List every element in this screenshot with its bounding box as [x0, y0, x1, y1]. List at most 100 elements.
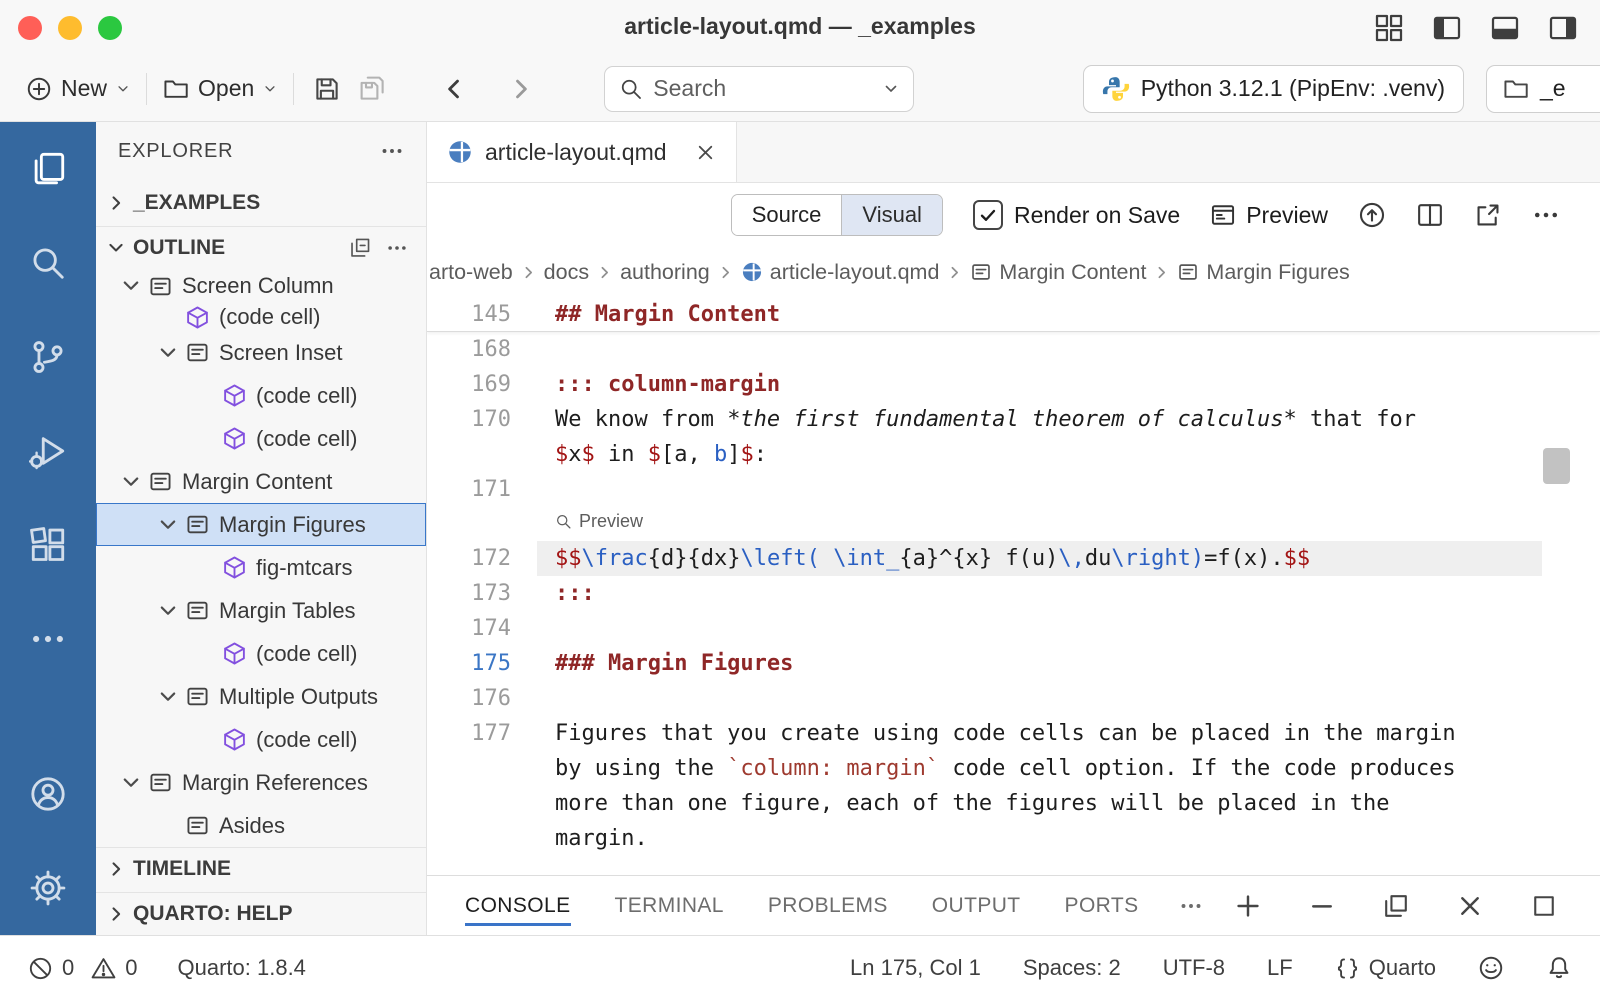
code-line[interactable]: 171 — [427, 472, 1600, 507]
open-external-icon[interactable] — [1474, 201, 1502, 229]
back-icon[interactable] — [440, 75, 468, 103]
code-line[interactable]: more than one figure, each of the figure… — [427, 786, 1600, 821]
activity-settings[interactable] — [0, 841, 96, 935]
language-status[interactable]: Quarto — [1335, 955, 1436, 981]
layout-grid-icon[interactable] — [1374, 13, 1404, 43]
problems-status[interactable]: 0 0 — [28, 955, 138, 981]
layout-bottom-icon[interactable] — [1490, 13, 1520, 43]
code-line[interactable]: 145## Margin Content — [427, 297, 1600, 332]
math-preview-label[interactable]: Preview — [555, 511, 643, 532]
outline-item[interactable]: Margin Tables — [96, 589, 426, 632]
tab-article-layout[interactable]: article-layout.qmd — [427, 122, 737, 182]
breadcrumb-item[interactable]: Margin Content — [970, 260, 1146, 285]
chevron-down-icon[interactable] — [157, 600, 179, 622]
add-icon[interactable] — [1234, 892, 1262, 920]
code-line[interactable]: 173::: — [427, 576, 1600, 611]
chevron-down-icon[interactable] — [157, 514, 179, 536]
code-line[interactable]: by using the `column: margin` code cell … — [427, 751, 1600, 786]
panel-tab-output[interactable]: OUTPUT — [932, 876, 1021, 935]
restore-icon[interactable] — [1382, 892, 1410, 920]
quarto-version-status[interactable]: Quarto: 1.8.4 — [178, 955, 306, 981]
code-line[interactable]: 177Figures that you create using code ce… — [427, 716, 1600, 751]
outline-item[interactable]: (code cell) — [96, 374, 426, 417]
maximize-icon[interactable] — [1530, 892, 1558, 920]
save-icon[interactable] — [313, 75, 341, 103]
panel-tab-terminal[interactable]: TERMINAL — [615, 876, 724, 935]
code-line[interactable]: 176 — [427, 681, 1600, 716]
chevron-down-icon[interactable] — [157, 342, 179, 364]
render-document-icon[interactable] — [1358, 201, 1386, 229]
outline-item[interactable]: Multiple Outputs — [96, 675, 426, 718]
code-line[interactable]: 168 — [427, 332, 1600, 367]
chevron-down-icon[interactable] — [120, 471, 142, 493]
collapse-all-icon[interactable] — [349, 237, 371, 259]
checkbox-checked-icon[interactable] — [973, 200, 1003, 230]
outline-item[interactable]: Screen Column — [96, 269, 426, 303]
breadcrumb-item[interactable]: arto-web — [429, 260, 513, 285]
sidebar-section-quarto-help[interactable]: QUARTO: HELP — [96, 892, 426, 935]
breadcrumb-item[interactable]: docs — [544, 260, 589, 285]
activity-run-debug[interactable] — [0, 404, 96, 498]
outline-item[interactable]: Asides — [96, 804, 426, 847]
more-actions-icon[interactable] — [1532, 201, 1560, 229]
chevron-down-icon[interactable] — [120, 275, 142, 297]
code-line[interactable]: 175### Margin Figures — [427, 646, 1600, 681]
outline-item[interactable]: (code cell) — [96, 718, 426, 761]
panel-tab-console[interactable]: CONSOLE — [465, 876, 571, 935]
more-actions-icon[interactable] — [380, 139, 404, 163]
source-mode-button[interactable]: Source — [732, 195, 842, 235]
more-panel-tabs-icon[interactable] — [1179, 894, 1203, 918]
close-icon[interactable] — [1456, 892, 1484, 920]
breadcrumb-item[interactable]: authoring — [620, 260, 710, 285]
activity-extensions[interactable] — [0, 498, 96, 592]
outline-item[interactable]: (code cell) — [96, 632, 426, 675]
breadcrumb-item[interactable]: Margin Figures — [1177, 260, 1349, 285]
more-actions-icon[interactable] — [386, 237, 408, 259]
activity-account[interactable] — [0, 747, 96, 841]
search-input[interactable]: Search — [604, 66, 914, 112]
outline-item[interactable]: Margin Content — [96, 460, 426, 503]
workspace-selector[interactable]: _e — [1486, 65, 1600, 113]
outline-item[interactable]: (code cell) — [96, 417, 426, 460]
notifications-bell-icon[interactable] — [1546, 955, 1572, 981]
sidebar-section-outline[interactable]: OUTLINE — [96, 226, 426, 269]
scrollbar-thumb[interactable] — [1543, 448, 1570, 484]
code-area[interactable]: 145## Margin Content168169::: column-mar… — [427, 297, 1600, 875]
chevron-down-icon[interactable] — [120, 772, 142, 794]
layout-right-icon[interactable] — [1548, 13, 1578, 43]
activity-more[interactable] — [0, 592, 96, 686]
panel-tab-ports[interactable]: PORTS — [1065, 876, 1139, 935]
outline-item[interactable]: (code cell) — [96, 303, 426, 331]
chevron-down-icon[interactable] — [157, 686, 179, 708]
code-line[interactable]: margin. — [427, 821, 1600, 856]
minimize-icon[interactable] — [1308, 892, 1336, 920]
code-line[interactable]: 169::: column-margin — [427, 367, 1600, 402]
save-all-icon[interactable] — [359, 75, 387, 103]
outline-item[interactable]: Margin Figures — [96, 503, 426, 546]
feedback-smiley-icon[interactable] — [1478, 955, 1504, 981]
forward-icon[interactable] — [507, 75, 535, 103]
outline-item[interactable]: fig-mtcars — [96, 546, 426, 589]
sidebar-section-examples[interactable]: _EXAMPLES — [96, 180, 426, 226]
sidebar-section-timeline[interactable]: TIMELINE — [96, 847, 426, 890]
new-button[interactable]: New — [20, 75, 136, 102]
code-line[interactable]: 170We know from *the first fundamental t… — [427, 402, 1600, 437]
preview-button[interactable]: Preview — [1210, 202, 1328, 229]
outline-item[interactable]: Margin References — [96, 761, 426, 804]
code-line[interactable]: Preview — [427, 507, 1600, 541]
panel-tab-problems[interactable]: PROBLEMS — [768, 876, 888, 935]
encoding-status[interactable]: UTF-8 — [1163, 955, 1225, 981]
visual-mode-button[interactable]: Visual — [841, 195, 942, 235]
code-line[interactable]: $x$ in $[a, b]$: — [427, 437, 1600, 472]
render-on-save-checkbox[interactable]: Render on Save — [973, 200, 1180, 230]
cursor-position-status[interactable]: Ln 175, Col 1 — [850, 955, 981, 981]
activity-source-control[interactable] — [0, 310, 96, 404]
breadcrumb-item[interactable]: article-layout.qmd — [741, 260, 940, 285]
activity-explorer[interactable] — [0, 122, 96, 216]
eol-status[interactable]: LF — [1267, 955, 1293, 981]
open-button[interactable]: Open — [157, 75, 283, 102]
layout-left-icon[interactable] — [1432, 13, 1462, 43]
code-line[interactable]: 174 — [427, 611, 1600, 646]
outline-item[interactable]: Screen Inset — [96, 331, 426, 374]
activity-search[interactable] — [0, 216, 96, 310]
